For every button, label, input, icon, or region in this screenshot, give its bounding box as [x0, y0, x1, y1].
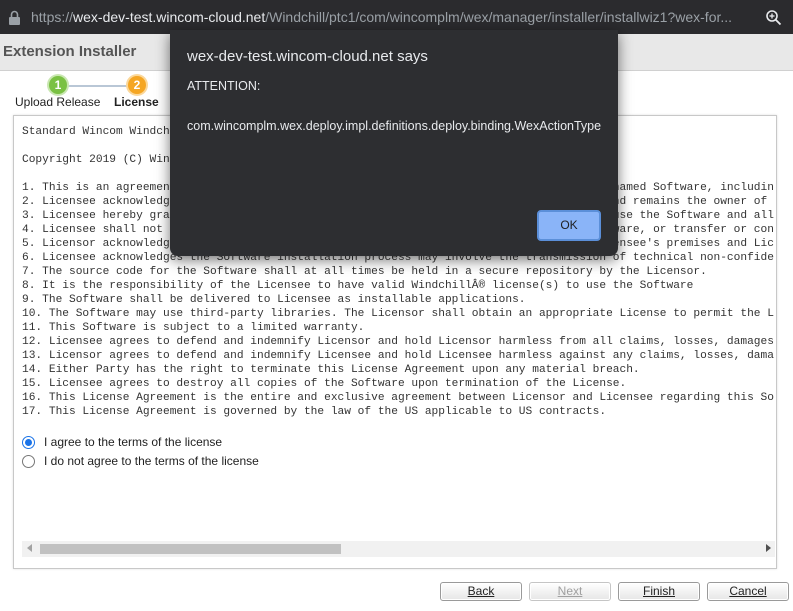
- url-scheme: https://: [31, 9, 74, 25]
- horizontal-scrollbar[interactable]: [22, 541, 775, 557]
- ok-button[interactable]: OK: [537, 210, 601, 241]
- zoom-icon[interactable]: [765, 9, 782, 26]
- alert-dialog: wex-dev-test.wincom-cloud.net says ATTEN…: [170, 30, 618, 256]
- step-1-indicator[interactable]: 1: [49, 76, 67, 94]
- license-line: 16. This License Agreement is the entire…: [22, 392, 774, 404]
- wizard-steps: 1 2 Upload Release License: [0, 72, 180, 112]
- cancel-button[interactable]: Cancel: [707, 582, 789, 601]
- url-text[interactable]: https://wex-dev-test.wincom-cloud.net/Wi…: [31, 9, 732, 25]
- license-line: 14. Either Party has the right to termin…: [22, 364, 640, 376]
- license-line: 8. It is the responsibility of the Licen…: [22, 280, 694, 292]
- agree-label[interactable]: I agree to the terms of the license: [44, 435, 222, 449]
- disagree-option[interactable]: I do not agree to the terms of the licen…: [22, 454, 259, 468]
- license-line: 17. This License Agreement is governed b…: [22, 406, 607, 418]
- scrollbar-thumb[interactable]: [40, 544, 341, 554]
- page-title: Extension Installer: [3, 43, 137, 60]
- scroll-left-icon[interactable]: [27, 544, 32, 552]
- license-line: 15. Licensee agrees to destroy all copie…: [22, 378, 627, 390]
- agree-radio[interactable]: [22, 435, 35, 449]
- lock-icon[interactable]: [7, 10, 22, 26]
- dialog-message: com.wincomplm.wex.deploy.impl.definition…: [187, 119, 602, 133]
- agree-option[interactable]: I agree to the terms of the license: [22, 435, 222, 449]
- license-line: 12. Licensee agrees to defend and indemn…: [22, 336, 774, 348]
- disagree-label[interactable]: I do not agree to the terms of the licen…: [44, 454, 259, 468]
- url-path: /Windchill/ptc1/com/wincomplm/wex/manage…: [265, 9, 733, 25]
- dialog-title: wex-dev-test.wincom-cloud.net says: [187, 48, 428, 65]
- disagree-radio[interactable]: [22, 454, 35, 468]
- address-bar[interactable]: https://wex-dev-test.wincom-cloud.net/Wi…: [0, 0, 793, 34]
- next-button[interactable]: Next: [529, 582, 611, 601]
- scroll-right-icon[interactable]: [766, 544, 771, 552]
- step-2-indicator[interactable]: 2: [128, 76, 146, 94]
- step-2-label[interactable]: License: [114, 95, 159, 109]
- url-host: wex-dev-test.wincom-cloud.net: [73, 9, 266, 25]
- dialog-heading: ATTENTION:: [187, 79, 261, 93]
- finish-button[interactable]: Finish: [618, 582, 700, 601]
- step-connector: [58, 85, 138, 87]
- license-line: 10. The Software may use third-party lib…: [22, 308, 774, 320]
- back-button[interactable]: Back: [440, 582, 522, 601]
- license-line: 13. Licensor agrees to defend and indemn…: [22, 350, 774, 362]
- step-1-label[interactable]: Upload Release: [15, 95, 100, 109]
- license-line: 9. The Software shall be delivered to Li…: [22, 294, 526, 306]
- license-line: 11. This Software is subject to a limite…: [22, 322, 365, 334]
- license-line: 7. The source code for the Software shal…: [22, 266, 707, 278]
